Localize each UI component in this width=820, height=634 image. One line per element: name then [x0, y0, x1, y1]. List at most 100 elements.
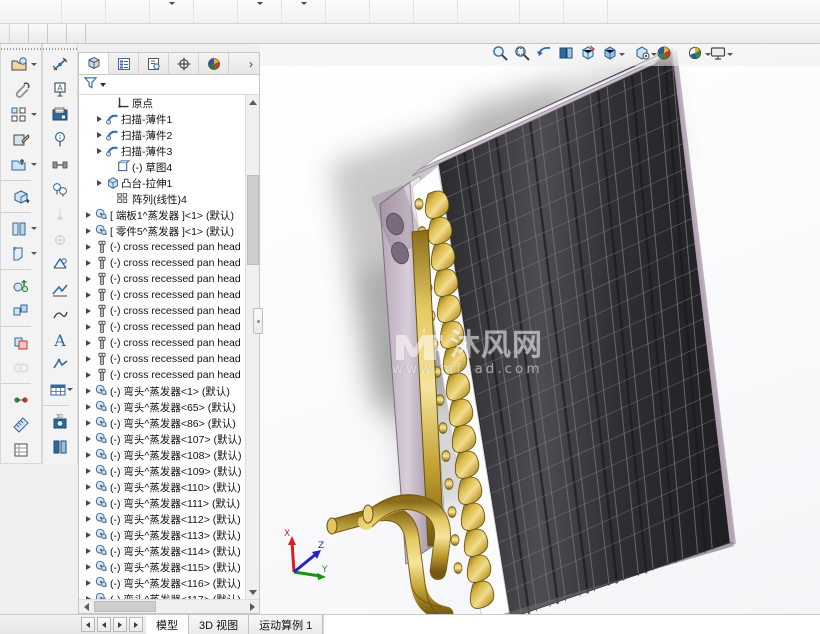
tree-tabs-more-button[interactable]: › — [229, 53, 259, 74]
tree-item[interactable]: (-) 弯头^蒸发器<108> (默认) — [79, 447, 245, 463]
linear-component-pattern-button[interactable] — [1, 102, 41, 127]
tree-item[interactable]: [ 零件5^蒸发器 ]<1> (默认) — [79, 223, 245, 239]
reference-geometry-button[interactable] — [1, 241, 41, 266]
datum-target-button[interactable] — [43, 227, 77, 252]
expand-arrow-icon[interactable] — [83, 511, 94, 527]
tree-item[interactable]: (-) 弯头^蒸发器<115> (默认) — [79, 559, 245, 575]
view-orientation-button[interactable] — [578, 45, 598, 65]
open-assembly-button[interactable] — [1, 52, 41, 77]
ribbon-item-4[interactable] — [238, 0, 282, 24]
chevron-down-icon[interactable] — [727, 53, 733, 56]
tree-item[interactable]: [ 端板1^蒸发器 ]<1> (默认) — [79, 207, 245, 223]
chevron-down-icon[interactable] — [31, 227, 37, 230]
previous-view-button[interactable] — [534, 45, 554, 65]
expand-arrow-icon[interactable] — [83, 543, 94, 559]
ribbon-item-8[interactable] — [414, 0, 458, 24]
ribbon-item-10[interactable] — [564, 0, 608, 24]
first-tab-button[interactable] — [81, 617, 95, 632]
configuration-manager-tab[interactable] — [139, 53, 169, 74]
exploded-view-button[interactable] — [1, 298, 41, 323]
tree-item[interactable]: 阵列(线性)4 — [79, 191, 245, 207]
chevron-down-icon[interactable] — [301, 2, 307, 5]
edit-appearance-button[interactable] — [654, 45, 674, 65]
filter-dropdown-caret[interactable] — [100, 83, 106, 87]
tab-3[interactable] — [67, 24, 86, 43]
feature-tree-filter-bar[interactable] — [79, 75, 259, 95]
tree-item[interactable]: 凸台-拉伸1 — [79, 175, 245, 191]
expand-arrow-icon[interactable] — [83, 463, 94, 479]
balloon-button[interactable]: 1 — [43, 127, 77, 152]
interference-detection-button[interactable] — [1, 330, 41, 355]
last-tab-button[interactable] — [129, 617, 143, 632]
dimxpert-manager-tab[interactable] — [169, 53, 199, 74]
tab-2[interactable] — [48, 24, 67, 43]
tree-item[interactable]: (-) cross recessed pan head t — [79, 351, 245, 367]
center-mark-button[interactable] — [43, 302, 77, 327]
table-button[interactable] — [43, 377, 77, 402]
tree-item[interactable]: (-) 弯头^蒸发器<113> (默认) — [79, 527, 245, 543]
expand-arrow-icon[interactable] — [83, 591, 94, 599]
expand-arrow-icon[interactable] — [83, 575, 94, 591]
expand-arrow-icon[interactable] — [83, 303, 94, 319]
expand-arrow-icon[interactable] — [94, 111, 105, 127]
zoom-to-fit-button[interactable] — [490, 45, 510, 65]
expand-arrow-icon[interactable] — [83, 255, 94, 271]
move-component-button[interactable] — [1, 184, 41, 209]
horizontal-scroll-thumb[interactable] — [94, 601, 156, 612]
ribbon-item-0[interactable] — [62, 0, 106, 24]
chevron-down-icon[interactable] — [619, 53, 625, 56]
tree-item[interactable]: (-) cross recessed pan head t — [79, 239, 245, 255]
graphics-viewport[interactable]: 沐风网 www.mfcad.com X Y Z — [260, 44, 820, 620]
tree-item[interactable]: 扫描-薄件1 — [79, 111, 245, 127]
chevron-down-icon[interactable] — [257, 2, 263, 5]
chevron-down-icon[interactable] — [31, 252, 37, 255]
ribbon-item-5[interactable] — [282, 0, 326, 24]
tree-item[interactable]: (-) 弯头^蒸发器<110> (默认) — [79, 479, 245, 495]
chevron-down-icon[interactable] — [31, 113, 37, 116]
tree-item[interactable]: (-) cross recessed pan head t — [79, 319, 245, 335]
tree-item[interactable]: 扫描-薄件2 — [79, 127, 245, 143]
property-manager-tab[interactable] — [109, 53, 139, 74]
tree-item[interactable]: (-) 弯头^蒸发器<86> (默认) — [79, 415, 245, 431]
magnetic-line-button[interactable] — [43, 152, 77, 177]
smart-fasteners-button[interactable] — [1, 152, 41, 177]
assembly-features-button[interactable] — [1, 216, 41, 241]
section-properties-button[interactable] — [1, 437, 41, 462]
tree-item[interactable]: (-) 弯头^蒸发器<114> (默认) — [79, 543, 245, 559]
ribbon-item-3[interactable] — [194, 0, 238, 24]
prev-tab-button[interactable] — [97, 617, 111, 632]
evaporator-coil-model[interactable] — [260, 44, 820, 620]
chevron-down-icon[interactable] — [67, 388, 73, 391]
feature-tree-horizontal-scrollbar[interactable] — [79, 599, 259, 613]
new-motion-study-button[interactable] — [1, 273, 41, 298]
expand-arrow-icon[interactable] — [83, 223, 94, 239]
tab-1[interactable] — [29, 24, 48, 43]
section-view-button[interactable] — [556, 45, 576, 65]
auto-balloon-button[interactable] — [43, 177, 77, 202]
tree-item[interactable]: (-) cross recessed pan head t — [79, 303, 245, 319]
zoom-to-area-button[interactable] — [512, 45, 532, 65]
hide-show-items-button[interactable] — [632, 45, 652, 65]
tree-item[interactable]: (-) 弯头^蒸发器<111> (默认) — [79, 495, 245, 511]
expand-arrow-icon[interactable] — [83, 399, 94, 415]
chevron-down-icon[interactable] — [31, 163, 37, 166]
ribbon-item-9[interactable] — [520, 0, 564, 24]
expand-arrow-icon[interactable] — [83, 495, 94, 511]
chevron-down-icon[interactable] — [31, 63, 37, 66]
tree-item[interactable]: (-) cross recessed pan head t — [79, 271, 245, 287]
note-button[interactable]: A — [43, 77, 77, 102]
scroll-down-button[interactable] — [246, 585, 259, 599]
surface-finish-button[interactable] — [43, 252, 77, 277]
tree-item[interactable]: (-) cross recessed pan head t — [79, 255, 245, 271]
tree-item[interactable]: (-) 弯头^蒸发器<1> (默认) — [79, 383, 245, 399]
bottom-tab-1[interactable]: 3D 视图 — [189, 615, 249, 634]
tab-0[interactable] — [10, 24, 29, 43]
vertical-scroll-thumb[interactable] — [247, 175, 259, 265]
smart-dimension-button[interactable] — [43, 52, 77, 77]
expand-arrow-icon[interactable] — [83, 335, 94, 351]
tree-item[interactable]: 扫描-薄件3 — [79, 143, 245, 159]
expand-arrow-icon[interactable] — [83, 367, 94, 383]
expand-arrow-icon[interactable] — [83, 271, 94, 287]
expand-arrow-icon[interactable] — [83, 207, 94, 223]
view-settings-button[interactable] — [708, 45, 728, 65]
